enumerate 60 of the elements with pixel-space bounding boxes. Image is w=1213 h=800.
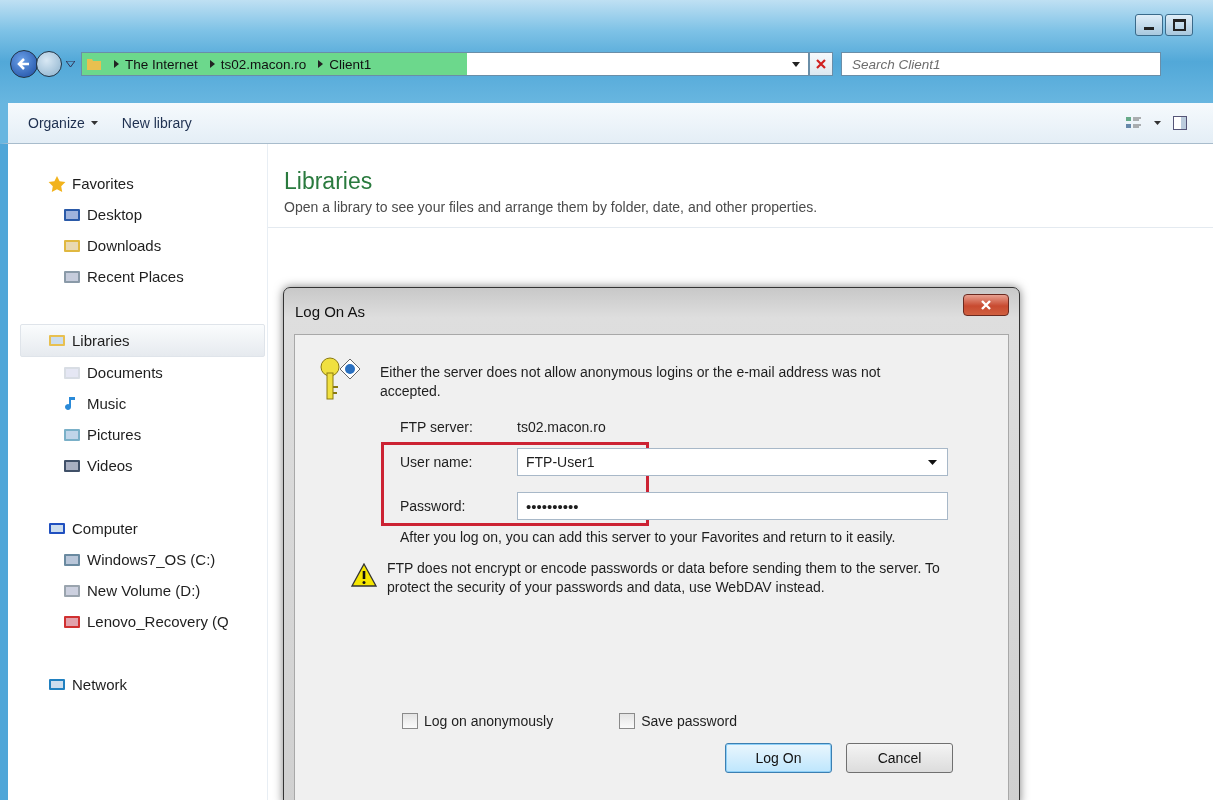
back-arrow-icon bbox=[16, 56, 32, 72]
field-label: Password: bbox=[400, 498, 467, 514]
back-button[interactable] bbox=[10, 50, 38, 78]
warning-icon bbox=[351, 563, 377, 587]
info-text: After you log on, you can add this server to your Favorites and return to it easily. bbox=[400, 529, 897, 545]
cancel-button[interactable]: Cancel bbox=[846, 743, 953, 773]
warning-text: FTP does not encrypt or encode passwords or data before sending them to the server. To protect the security of your passwords and data, use WebDAV instead. bbox=[387, 559, 941, 597]
breadcrumb[interactable]: ts02.macon.ro bbox=[220, 56, 307, 72]
preview-pane-icon[interactable] bbox=[1173, 116, 1187, 130]
monitor-icon bbox=[63, 206, 81, 223]
log-on-button[interactable]: Log On bbox=[725, 743, 832, 773]
breadcrumb[interactable]: The Internet bbox=[125, 56, 198, 72]
dropdown-arrow-icon[interactable] bbox=[928, 459, 937, 465]
search-field[interactable]: Search Client1 bbox=[841, 52, 1161, 76]
maximize-button[interactable] bbox=[1165, 14, 1193, 36]
organize-menu[interactable]: Organize bbox=[20, 111, 106, 135]
sidebar-item[interactable]: Videos bbox=[8, 450, 267, 481]
sidebar-item[interactable]: Libraries bbox=[20, 324, 265, 357]
forward-button[interactable] bbox=[36, 51, 62, 77]
checkbox[interactable]: Log on anonymously bbox=[402, 713, 554, 729]
server-address: ts02.macon.ro bbox=[517, 419, 606, 435]
close-icon bbox=[981, 300, 991, 310]
field-label: FTP server: bbox=[400, 419, 474, 435]
close-icon bbox=[816, 59, 826, 69]
stop-button[interactable] bbox=[809, 52, 833, 76]
checkbox[interactable]: Save password bbox=[619, 713, 737, 729]
dropdown-arrow-icon[interactable] bbox=[1154, 121, 1161, 125]
field-label: User name: bbox=[400, 454, 474, 470]
sidebar-item[interactable]: Lenovo_Recovery (Q bbox=[8, 606, 267, 637]
chevron-icon bbox=[209, 60, 215, 68]
chevron-icon bbox=[318, 60, 324, 68]
error-message: Either the server does not allow anonymous logins or the e-mail address was not accepted. bbox=[380, 363, 882, 401]
username-combo[interactable]: FTP-User1 bbox=[517, 448, 948, 476]
sidebar-item[interactable]: Network bbox=[8, 669, 267, 700]
dialog-title: Log On As bbox=[294, 302, 366, 320]
sidebar-item[interactable]: Downloads bbox=[8, 230, 267, 261]
sidebar-item[interactable]: Documents bbox=[8, 357, 267, 388]
sidebar-item[interactable]: Computer bbox=[8, 513, 267, 544]
key-globe-icon bbox=[318, 355, 362, 401]
toolbar-button[interactable]: New library bbox=[113, 111, 200, 135]
view-options-icon[interactable] bbox=[1126, 116, 1142, 130]
address-bar[interactable]: The Internet ts02.macon.ro Client1 bbox=[81, 52, 809, 76]
sidebar-item[interactable]: Windows7_OS (C:) bbox=[8, 544, 267, 575]
page-title: Libraries bbox=[284, 168, 374, 195]
sidebar-item[interactable]: Favorites bbox=[8, 168, 267, 199]
password-field[interactable]: •••••••••• bbox=[517, 492, 948, 520]
close-button[interactable] bbox=[963, 294, 1009, 316]
sidebar-item[interactable]: New Volume (D:) bbox=[8, 575, 267, 606]
sidebar-item[interactable]: Recent Places bbox=[8, 261, 267, 292]
star-icon bbox=[48, 175, 66, 192]
dropdown-arrow-icon[interactable] bbox=[792, 62, 800, 67]
sidebar-item[interactable]: Pictures bbox=[8, 419, 267, 450]
folder-icon bbox=[86, 56, 102, 72]
sidebar-item[interactable]: Desktop bbox=[8, 199, 267, 230]
minimize-button[interactable] bbox=[1135, 14, 1163, 36]
sidebar-item[interactable]: Music bbox=[8, 388, 267, 419]
page-description: Open a library to see your files and arrange them by folder, date, and other properties. bbox=[284, 199, 819, 215]
chevron-icon bbox=[114, 60, 119, 68]
breadcrumb[interactable]: Client1 bbox=[329, 56, 372, 72]
caret-icon bbox=[90, 121, 98, 125]
